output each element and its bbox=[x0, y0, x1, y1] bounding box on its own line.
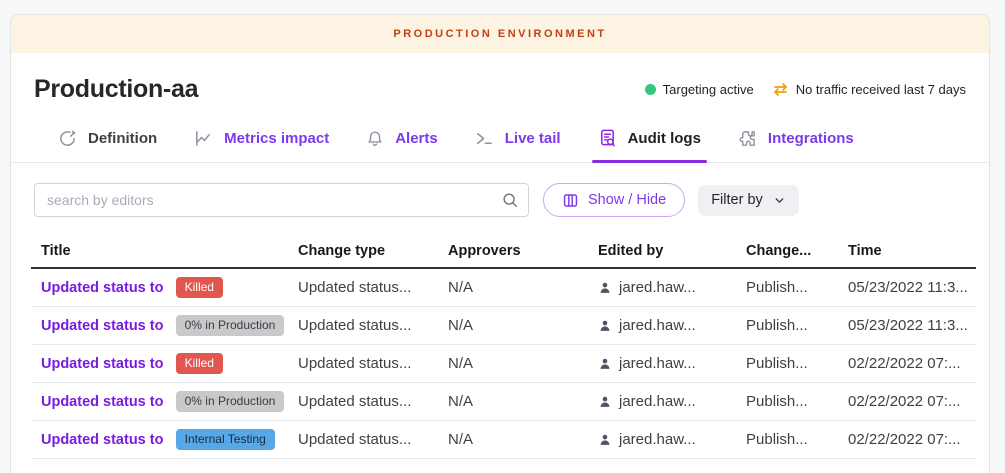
targeting-status-label: Targeting active bbox=[663, 82, 754, 97]
tab-audit-logs[interactable]: Audit logs bbox=[598, 128, 701, 162]
cell-change: Publish... bbox=[736, 317, 838, 334]
table-row[interactable]: Updated status to Killed Updated status.… bbox=[31, 269, 976, 307]
cell-approvers: N/A bbox=[438, 393, 588, 410]
cell-approvers: N/A bbox=[438, 431, 588, 448]
cell-edited-by: jared.haw... bbox=[588, 393, 736, 410]
table-header-row: Title Change type Approvers Edited by Ch… bbox=[31, 235, 976, 269]
status-badge: Killed bbox=[176, 277, 223, 297]
cell-change-type: Updated status... bbox=[288, 393, 438, 410]
green-dot-icon bbox=[645, 84, 656, 95]
tab-bar: Definition Metrics impact Alerts bbox=[11, 128, 989, 163]
cell-approvers: N/A bbox=[438, 279, 588, 296]
col-header-edited-by: Edited by bbox=[588, 243, 736, 259]
col-header-change: Change... bbox=[736, 243, 838, 259]
cell-time: 05/23/2022 11:3... bbox=[838, 279, 976, 296]
status-badge: Killed bbox=[176, 353, 223, 373]
cell-change: Publish... bbox=[736, 279, 838, 296]
cell-time: 05/23/2022 11:3... bbox=[838, 317, 976, 334]
targeting-status: Targeting active bbox=[645, 82, 754, 97]
search-input[interactable] bbox=[34, 183, 529, 217]
traffic-status-label: No traffic received last 7 days bbox=[796, 82, 966, 97]
filter-by-label: Filter by bbox=[711, 192, 763, 208]
audit-title-link[interactable]: Updated status to bbox=[41, 432, 163, 448]
tab-definition[interactable]: Definition bbox=[58, 129, 157, 162]
show-hide-label: Show / Hide bbox=[588, 192, 666, 208]
person-icon bbox=[598, 319, 612, 333]
table-row[interactable]: Updated status to Internal Testing Updat… bbox=[31, 421, 976, 459]
cell-edited-by: jared.haw... bbox=[588, 355, 736, 372]
cell-change: Publish... bbox=[736, 355, 838, 372]
person-icon bbox=[598, 357, 612, 371]
tab-definition-label: Definition bbox=[88, 130, 157, 147]
tab-live-tail[interactable]: Live tail bbox=[475, 129, 561, 162]
tab-alerts[interactable]: Alerts bbox=[366, 129, 438, 162]
cell-change: Publish... bbox=[736, 431, 838, 448]
terminal-icon bbox=[475, 129, 494, 148]
flag-detail-card: PRODUCTION ENVIRONMENT Production-aa Tar… bbox=[10, 14, 990, 473]
cell-approvers: N/A bbox=[438, 355, 588, 372]
table-row[interactable]: Updated status to 0% in Production Updat… bbox=[31, 307, 976, 345]
table-row[interactable]: Updated status to Killed Updated status.… bbox=[31, 345, 976, 383]
cell-change-type: Updated status... bbox=[288, 431, 438, 448]
status-badge: Internal Testing bbox=[176, 429, 275, 449]
metrics-chart-icon bbox=[194, 129, 213, 148]
status-badge: 0% in Production bbox=[176, 391, 285, 411]
col-header-title: Title bbox=[31, 243, 288, 259]
search-wrap bbox=[34, 183, 529, 217]
status-badge: 0% in Production bbox=[176, 315, 285, 335]
environment-banner-label: PRODUCTION ENVIRONMENT bbox=[393, 28, 606, 40]
columns-icon bbox=[562, 192, 579, 209]
tab-live-tail-label: Live tail bbox=[505, 130, 561, 147]
show-hide-button[interactable]: Show / Hide bbox=[543, 183, 685, 217]
tab-audit-logs-label: Audit logs bbox=[628, 130, 701, 147]
audit-logs-icon bbox=[598, 128, 617, 148]
audit-toolbar: Show / Hide Filter by bbox=[11, 163, 989, 233]
audit-title-link[interactable]: Updated status to bbox=[41, 356, 163, 372]
cell-change-type: Updated status... bbox=[288, 355, 438, 372]
tab-integrations-label: Integrations bbox=[768, 130, 854, 147]
tab-metrics-impact[interactable]: Metrics impact bbox=[194, 129, 329, 162]
puzzle-icon bbox=[738, 129, 757, 148]
bell-icon bbox=[366, 129, 384, 148]
person-icon bbox=[598, 433, 612, 447]
col-header-time: Time bbox=[838, 243, 976, 259]
cell-edited-by: jared.haw... bbox=[588, 317, 736, 334]
col-header-change-type: Change type bbox=[288, 243, 438, 259]
table-row[interactable]: Updated status to 0% in Production Updat… bbox=[31, 383, 976, 421]
tab-integrations[interactable]: Integrations bbox=[738, 129, 854, 162]
cell-change: Publish... bbox=[736, 393, 838, 410]
audit-log-table: Title Change type Approvers Edited by Ch… bbox=[31, 235, 976, 459]
audit-title-link[interactable]: Updated status to bbox=[41, 318, 163, 334]
cell-time: 02/22/2022 07:... bbox=[838, 393, 976, 410]
traffic-swap-icon bbox=[772, 82, 789, 97]
search-icon bbox=[501, 191, 519, 214]
audit-title-link[interactable]: Updated status to bbox=[41, 394, 163, 410]
environment-banner: PRODUCTION ENVIRONMENT bbox=[11, 15, 989, 53]
col-header-approvers: Approvers bbox=[438, 243, 588, 259]
cell-approvers: N/A bbox=[438, 317, 588, 334]
definition-icon bbox=[58, 129, 77, 148]
cell-time: 02/22/2022 07:... bbox=[838, 431, 976, 448]
person-icon bbox=[598, 281, 612, 295]
audit-title-link[interactable]: Updated status to bbox=[41, 280, 163, 296]
cell-time: 02/22/2022 07:... bbox=[838, 355, 976, 372]
filter-by-button[interactable]: Filter by bbox=[698, 185, 799, 216]
traffic-status: No traffic received last 7 days bbox=[772, 82, 966, 97]
cell-edited-by: jared.haw... bbox=[588, 431, 736, 448]
cell-edited-by: jared.haw... bbox=[588, 279, 736, 296]
tab-alerts-label: Alerts bbox=[395, 130, 438, 147]
tab-metrics-impact-label: Metrics impact bbox=[224, 130, 329, 147]
person-icon bbox=[598, 395, 612, 409]
page-title: Production-aa bbox=[34, 75, 198, 104]
chevron-down-icon bbox=[773, 194, 786, 207]
cell-change-type: Updated status... bbox=[288, 279, 438, 296]
cell-change-type: Updated status... bbox=[288, 317, 438, 334]
